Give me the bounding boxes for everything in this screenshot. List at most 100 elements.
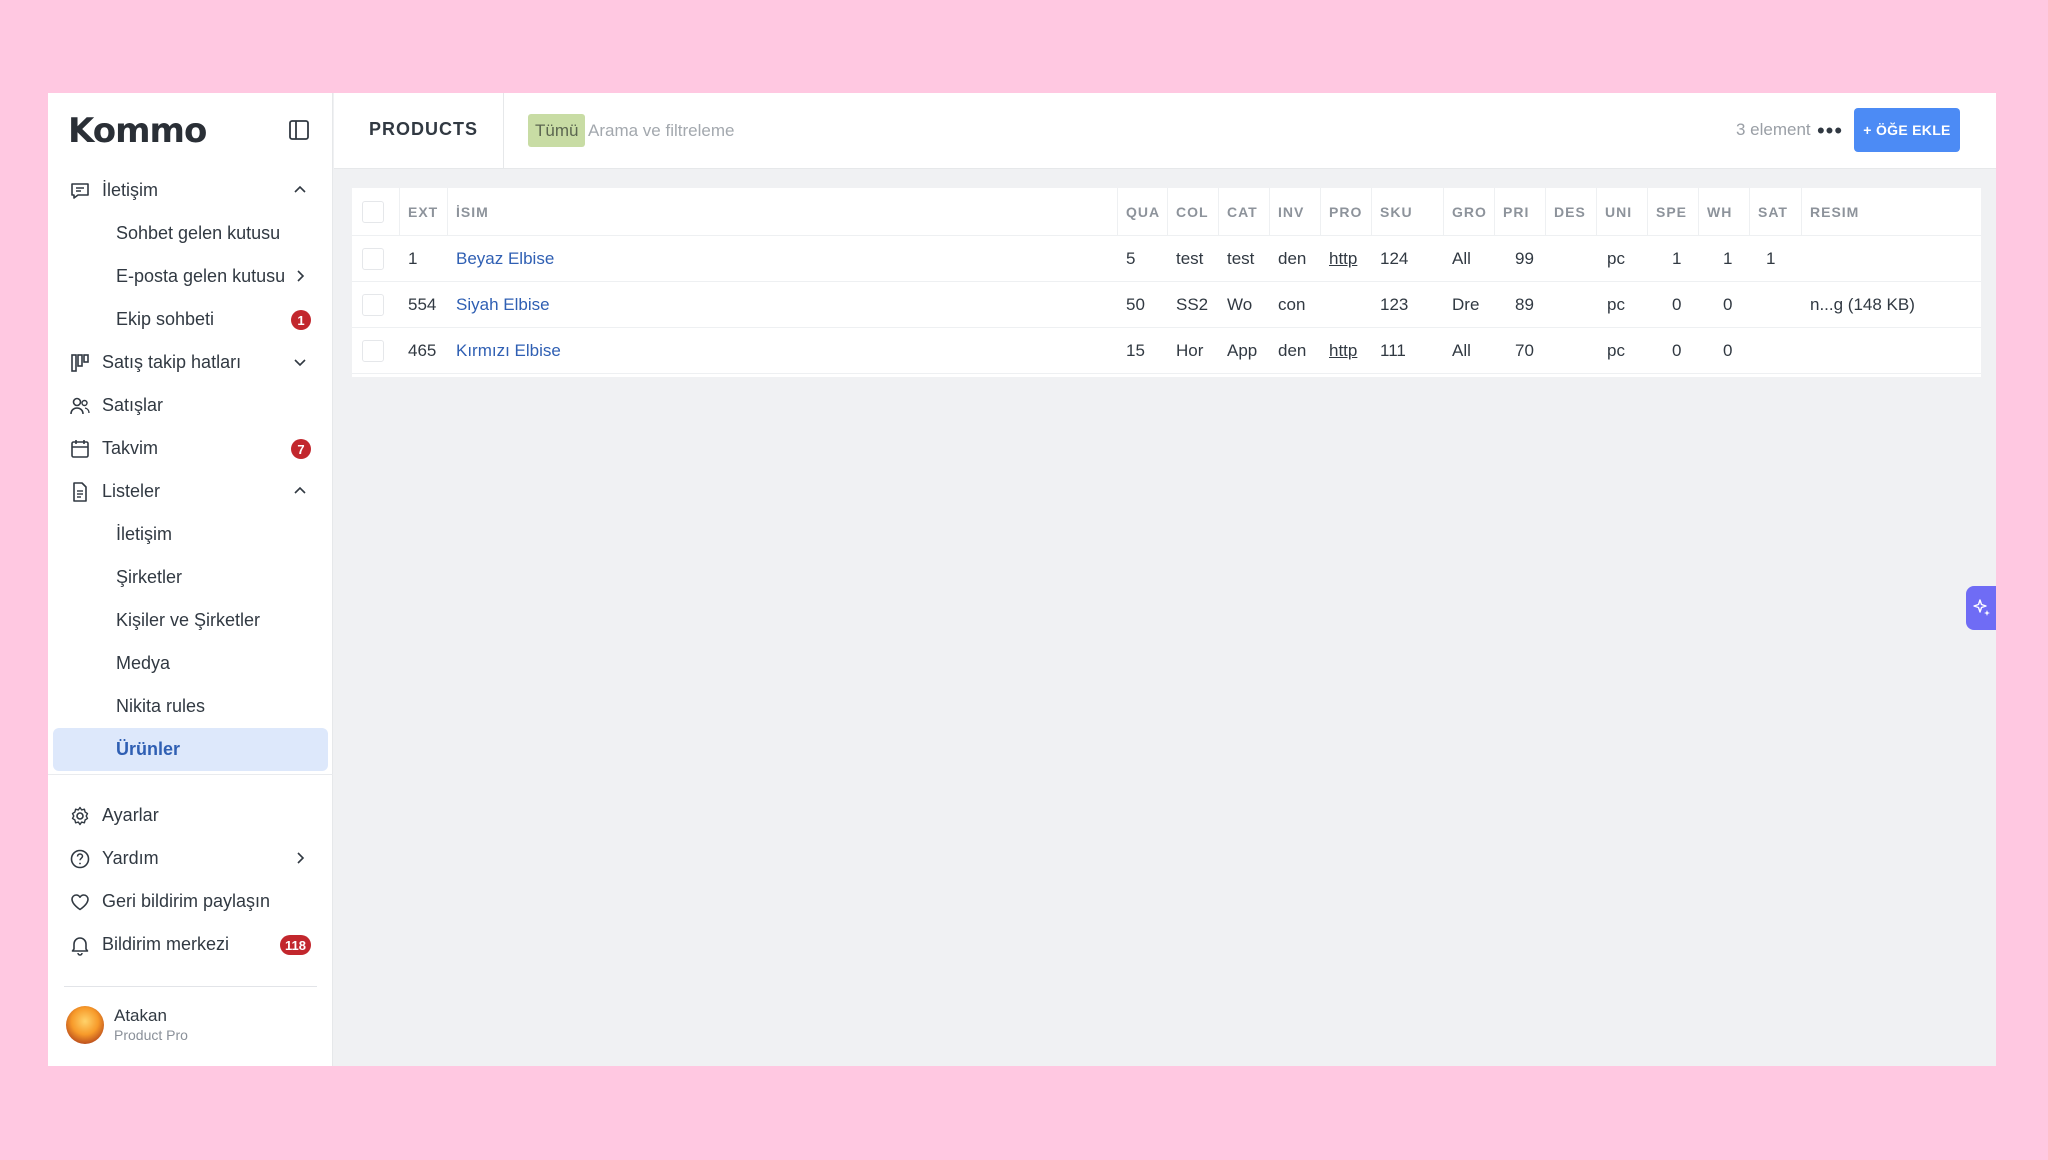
- select-all-checkbox[interactable]: [362, 200, 384, 223]
- more-options-button[interactable]: •••: [1810, 115, 1850, 147]
- users-icon: [68, 394, 92, 418]
- chevron-down-icon[interactable]: [291, 353, 309, 371]
- sku-cell: 123: [1380, 294, 1409, 314]
- sidebar-item-sohbet-gelen-kutusu[interactable]: Sohbet gelen kutusu: [48, 212, 333, 255]
- sidebar-item-bildirim-merkezi[interactable]: Bildirim merkezi 118: [48, 923, 333, 966]
- sidebar-item-label: Satışlar: [102, 395, 164, 415]
- sidebar-item-urunler[interactable]: Ürünler: [53, 728, 328, 771]
- sku-cell: 124: [1380, 248, 1409, 268]
- sidebar-item-takvim[interactable]: Takvim 7: [48, 427, 333, 470]
- user-profile[interactable]: Atakan Product Pro: [66, 1006, 316, 1048]
- sidebar-item-nikita-rules[interactable]: Nikita rules: [48, 685, 333, 728]
- unit-cell: pc: [1607, 294, 1625, 314]
- document-icon: [68, 480, 92, 504]
- sidebar-item-iletisim[interactable]: İletişim: [48, 169, 333, 212]
- sidebar-item-label: Yardım: [102, 848, 159, 868]
- category-cell: Wo: [1227, 294, 1253, 314]
- sidebar-bottom-nav: Ayarlar Yardım Geri bildirim paylaşın Bi…: [48, 794, 333, 966]
- column-header[interactable]: CAT: [1219, 188, 1270, 235]
- sidebar-item-e-posta-gelen-kutusu[interactable]: E-posta gelen kutusu: [48, 255, 333, 298]
- column-header[interactable]: SKU: [1372, 188, 1444, 235]
- spe-cell: 0: [1672, 340, 1682, 360]
- user-plan: Product Pro: [114, 1027, 188, 1043]
- row-select-cell: [352, 282, 400, 327]
- column-header[interactable]: PRI: [1495, 188, 1546, 235]
- sidebar-item-satis-takip-hatlari[interactable]: Satış takip hatları: [48, 341, 333, 384]
- product-name-link[interactable]: Siyah Elbise: [448, 282, 1118, 327]
- chevron-up-icon[interactable]: [291, 482, 309, 500]
- sidebar-item-label: Ekip sohbeti: [116, 309, 215, 329]
- title-divider: [503, 93, 504, 169]
- search-input[interactable]: [588, 115, 1068, 147]
- filter-tag[interactable]: Tümü: [528, 114, 586, 147]
- user-divider: [64, 986, 317, 987]
- column-header[interactable]: DES: [1546, 188, 1597, 235]
- sidebar-item-listeler[interactable]: Listeler: [48, 470, 333, 513]
- chevron-up-icon[interactable]: [291, 181, 309, 199]
- sidebar-item-kisiler-ve-sirketler[interactable]: Kişiler ve Şirketler: [48, 599, 333, 642]
- help-icon: [68, 847, 92, 871]
- table-row[interactable]: 1 Beyaz Elbise 5 test test den http 124 …: [352, 236, 1981, 282]
- sidebar-toggle-icon[interactable]: [288, 119, 310, 141]
- row-checkbox[interactable]: [362, 293, 384, 316]
- table-row[interactable]: 465 Kırmızı Elbise 15 Hor App den http 1…: [352, 328, 1981, 374]
- sidebar-item-satislar[interactable]: Satışlar: [48, 384, 333, 427]
- chevron-right-icon[interactable]: [291, 267, 309, 285]
- column-header[interactable]: GRO: [1444, 188, 1495, 235]
- sidebar-item-label: E-posta gelen kutusu: [116, 266, 286, 286]
- image-file-link[interactable]: n...g (148 KB): [1802, 282, 1952, 327]
- table-row[interactable]: 554 Siyah Elbise 50 SS2 Wo con 123 Dre 8…: [352, 282, 1981, 328]
- row-select-cell: [352, 236, 400, 281]
- download-icon[interactable]: [1992, 295, 1996, 315]
- spe-cell: 1: [1672, 248, 1682, 268]
- add-item-button[interactable]: + ÖĞE EKLE: [1854, 108, 1960, 152]
- products-table: EXT İSIM QUA COL CAT INV PRO SKU GRO PRI…: [352, 188, 1981, 377]
- sidebar-item-iletisim-list[interactable]: İletişim: [48, 513, 333, 556]
- page-header: PRODUCTS Tümü 3 element ••• + ÖĞE EKLE: [334, 93, 1996, 169]
- column-header[interactable]: COL: [1168, 188, 1219, 235]
- category-cell: test: [1227, 248, 1255, 268]
- column-header[interactable]: QUA: [1118, 188, 1168, 235]
- sidebar-item-yardim[interactable]: Yardım: [48, 837, 333, 880]
- warehouse-cell: 0: [1723, 340, 1733, 360]
- product-name-link[interactable]: Beyaz Elbise: [448, 236, 1118, 281]
- price-cell: 89: [1515, 294, 1534, 314]
- select-all-cell: [352, 188, 400, 235]
- sidebar-item-label: İletişim: [102, 180, 159, 200]
- column-header[interactable]: İSIM: [448, 188, 1118, 235]
- sidebar-item-sirketler[interactable]: Şirketler: [48, 556, 333, 599]
- chat-icon: [68, 179, 92, 203]
- column-header[interactable]: SPE: [1648, 188, 1699, 235]
- kommo-logo[interactable]: Kommo: [68, 111, 207, 151]
- column-header[interactable]: RESIM: [1802, 188, 1981, 235]
- column-header[interactable]: SAT: [1750, 188, 1802, 235]
- column-header[interactable]: UNI: [1597, 188, 1648, 235]
- sat-cell: [1750, 282, 1802, 327]
- chevron-right-icon[interactable]: [291, 849, 309, 867]
- sidebar-item-medya[interactable]: Medya: [48, 642, 333, 685]
- sparkle-icon: [1973, 599, 1990, 616]
- column-header[interactable]: PRO: [1321, 188, 1372, 235]
- notifications-badge: 118: [280, 935, 311, 955]
- product-url-link[interactable]: [1321, 282, 1372, 327]
- product-name-link[interactable]: Kırmızı Elbise: [448, 328, 1118, 373]
- product-url-link[interactable]: http: [1321, 328, 1372, 373]
- avatar[interactable]: [66, 1006, 104, 1044]
- sidebar-item-label: Medya: [116, 653, 171, 673]
- sidebar-item-geri-bildirim[interactable]: Geri bildirim paylaşın: [48, 880, 333, 923]
- row-checkbox[interactable]: [362, 339, 384, 362]
- row-checkbox[interactable]: [362, 247, 384, 270]
- column-header[interactable]: EXT: [400, 188, 448, 235]
- sidebar-item-ayarlar[interactable]: Ayarlar: [48, 794, 333, 837]
- warehouse-cell: 0: [1723, 294, 1733, 314]
- image-cell: [1802, 328, 1981, 373]
- sidebar-item-ekip-sohbeti[interactable]: Ekip sohbeti 1: [48, 298, 333, 341]
- column-header[interactable]: INV: [1270, 188, 1321, 235]
- product-url-link[interactable]: http: [1321, 236, 1372, 281]
- column-header[interactable]: WH: [1699, 188, 1750, 235]
- warehouse-cell: 1: [1723, 248, 1733, 268]
- group-cell: Dre: [1452, 294, 1480, 314]
- sidebar-item-label: Sohbet gelen kutusu: [116, 223, 281, 243]
- ai-assistant-button[interactable]: [1966, 586, 1996, 630]
- description-cell: [1546, 236, 1597, 281]
